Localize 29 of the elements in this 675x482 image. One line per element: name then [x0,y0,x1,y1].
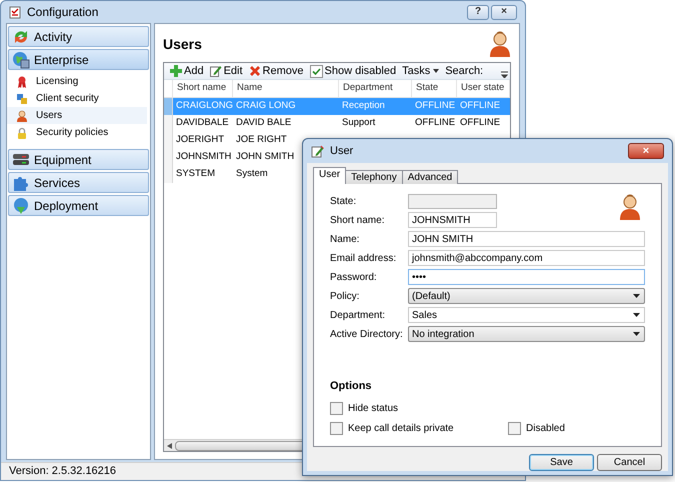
table-cell-text: OFFLINE [415,116,456,130]
field-label: Department: [330,308,386,322]
table-cell-text: JOHN SMITH [236,150,294,164]
search-label: Search: [445,64,484,79]
field-label: Active Directory: [330,328,404,342]
field-label: Email address: [330,252,398,266]
table-cell-text: OFFLINE [460,99,500,114]
table-cell-text: System [236,167,268,182]
table-cell-text: DAVIDBALE [176,116,229,130]
table-cell-text: OFFLINE [415,99,456,114]
page-title: Users [163,35,202,54]
field-label: Policy: [330,290,360,304]
table-cell-text: JOE RIGHT [236,133,287,148]
dialog-title: User [330,144,354,159]
table-cell-text: Support [342,116,376,130]
field-label: Short name: [330,214,386,228]
window-title: Configuration [27,4,98,21]
table-cell-text: CRAIGLONG [176,99,234,114]
section-heading: Options [330,379,373,394]
field-label: Password: [330,270,378,284]
table-cell-text: SYSTEM [176,167,216,182]
table-cell-text: CRAIG LONG [236,99,296,114]
table-cell-text: OFFLINE [460,116,500,130]
table-cell-text: JOHNSMITH [176,150,232,164]
field-label: Name: [330,232,360,246]
table-cell-text: Reception [342,99,385,114]
table-cell-text: DAVID BALE [236,116,292,130]
field-label: State: [330,194,358,208]
table-cell-text: JOERIGHT [176,133,224,148]
